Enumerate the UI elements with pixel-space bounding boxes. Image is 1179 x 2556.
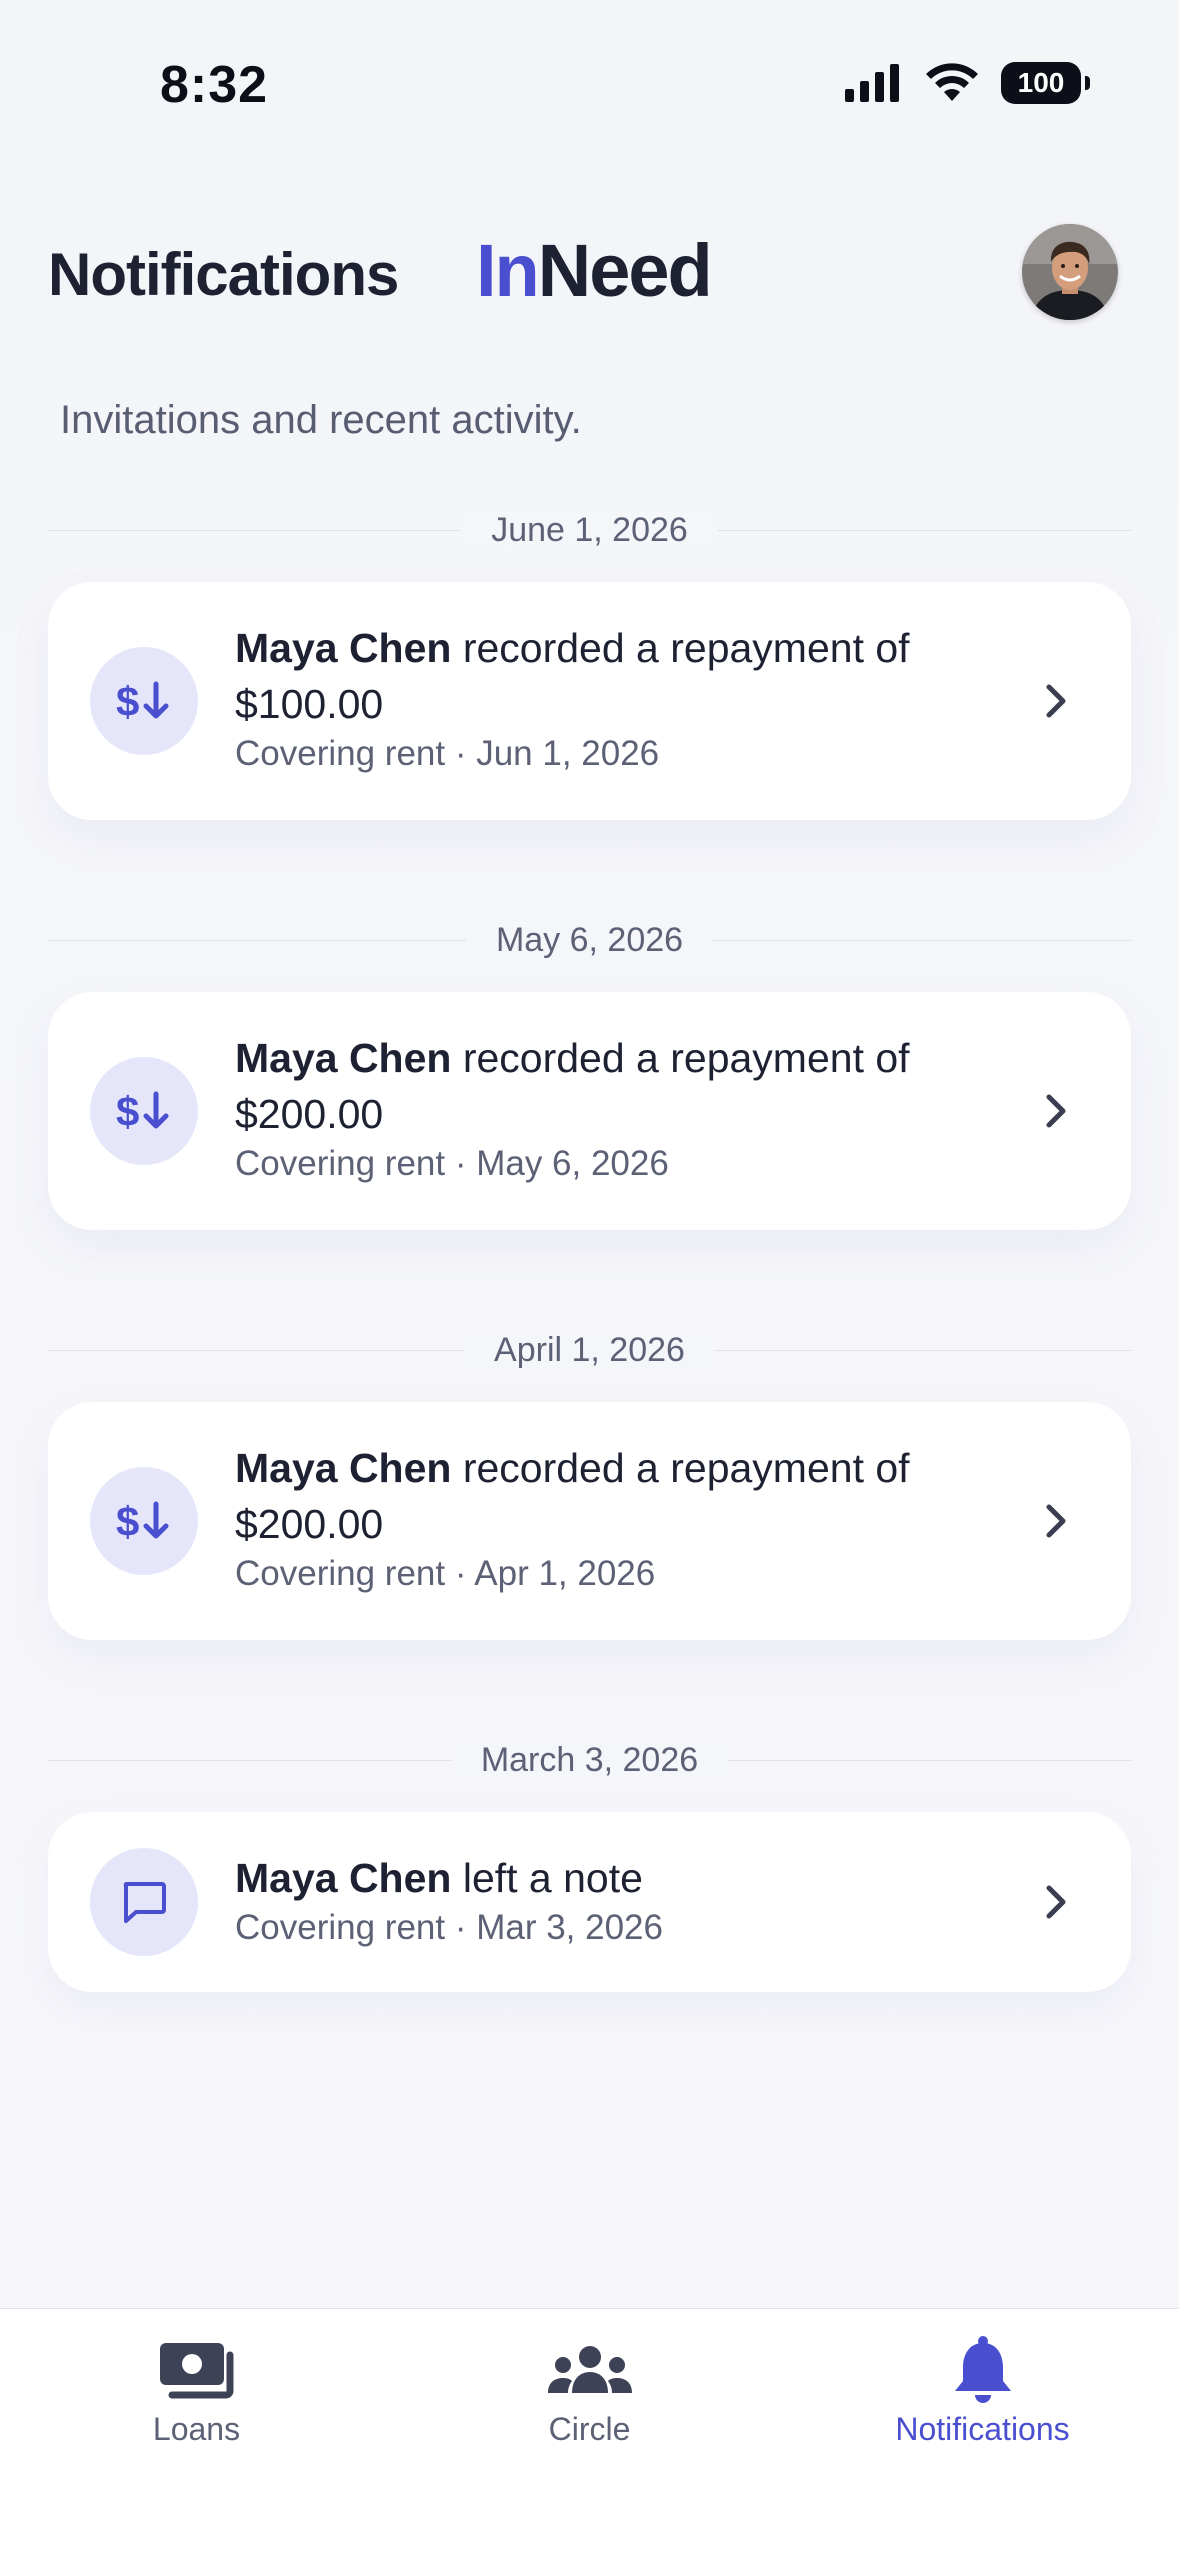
svg-text:$: $ [116,1088,139,1135]
signal-icon [845,64,899,102]
status-time: 8:32 [160,56,269,114]
notification-text: Maya Chen recorded a repayment of $200.0… [235,1030,1011,1142]
notification-card[interactable]: $ Maya Chen recorded a repayment of $200… [48,992,1131,1230]
tab-bar: Loans Circle Notifications [0,2308,1179,2556]
svg-text:$: $ [116,678,139,725]
notification-text: Maya Chen recorded a repayment of $200.0… [235,1440,1011,1552]
notification-group: April 1, 2026 $ Maya Chen recorded a rep… [48,1320,1131,1640]
notification-action: left a note [451,1855,643,1901]
page-subtitle: Invitations and recent activity. [60,398,582,442]
notification-group: May 6, 2026 $ Maya Chen recorded a repay… [48,910,1131,1230]
notification-meta: Covering rent · Mar 3, 2026 [235,1908,663,1947]
notification-group: June 1, 2026 $ Maya Chen recorded a repa… [48,500,1131,820]
date-label: April 1, 2026 [464,1330,715,1370]
wifi-icon [926,63,978,101]
dollar-down-icon: $ [90,1057,198,1165]
chevron-right-icon [1046,684,1066,718]
status-bar: 8:32 100 [0,0,1179,150]
date-divider: April 1, 2026 [48,1320,1131,1380]
loans-icon [156,2335,238,2407]
dollar-down-icon: $ [90,647,198,755]
notification-meta: Covering rent · Apr 1, 2026 [235,1554,656,1593]
brand-logo-part2: Need [537,229,713,312]
notification-actor: Maya Chen [235,1855,452,1901]
date-divider: May 6, 2026 [48,910,1131,970]
svg-text:$: $ [116,1498,139,1545]
notification-card[interactable]: $ Maya Chen recorded a repayment of $200… [48,1402,1131,1640]
tab-loans[interactable]: Loans [0,2309,393,2459]
chevron-right-icon [1046,1094,1066,1128]
notification-card[interactable]: Maya Chen left a note Covering rent · Ma… [48,1812,1131,1992]
chevron-right-icon [1046,1885,1066,1919]
chevron-right-icon [1046,1504,1066,1538]
date-divider: June 1, 2026 [48,500,1131,560]
user-avatar-icon [1022,224,1118,320]
date-divider: March 3, 2026 [48,1730,1131,1790]
date-label: March 3, 2026 [450,1740,729,1780]
notification-meta: Covering rent · Jun 1, 2026 [235,734,660,773]
tab-notifications[interactable]: Notifications [786,2309,1179,2459]
tab-label: Notifications [895,2411,1070,2447]
notifications-screen: 8:32 100 Notifications InNeed Invitation… [0,0,1179,2556]
header: Notifications InNeed [0,210,1179,350]
notification-card[interactable]: $ Maya Chen recorded a repayment of $100… [48,582,1131,820]
status-icons: 100 [843,62,1090,104]
notification-text: Maya Chen left a note [235,1850,1011,1906]
notification-meta: Covering rent · May 6, 2026 [235,1144,669,1183]
bell-icon [951,2335,1015,2407]
notification-group: March 3, 2026 Maya Chen left a note Cove… [48,1730,1131,1992]
battery-indicator: 100 [1001,62,1090,104]
notification-actor: Maya Chen [235,1035,452,1081]
notification-actor: Maya Chen [235,625,452,671]
date-label: May 6, 2026 [465,920,714,960]
notification-actor: Maya Chen [235,1445,452,1491]
notification-feed: June 1, 2026 $ Maya Chen recorded a repa… [48,500,1131,2082]
chat-bubble-icon [90,1848,198,1956]
date-label: June 1, 2026 [461,510,718,550]
tab-label: Loans [152,2411,241,2447]
dollar-down-icon: $ [90,1467,198,1575]
page-title: Notifications [48,241,399,308]
brand-logo-part1: In [476,229,540,312]
tab-circle[interactable]: Circle [393,2309,786,2459]
brand-logo: InNeed [476,228,713,313]
tab-label: Circle [548,2411,631,2447]
notification-text: Maya Chen recorded a repayment of $100.0… [235,620,1011,732]
circle-people-icon [545,2335,635,2407]
avatar[interactable] [1022,224,1118,320]
